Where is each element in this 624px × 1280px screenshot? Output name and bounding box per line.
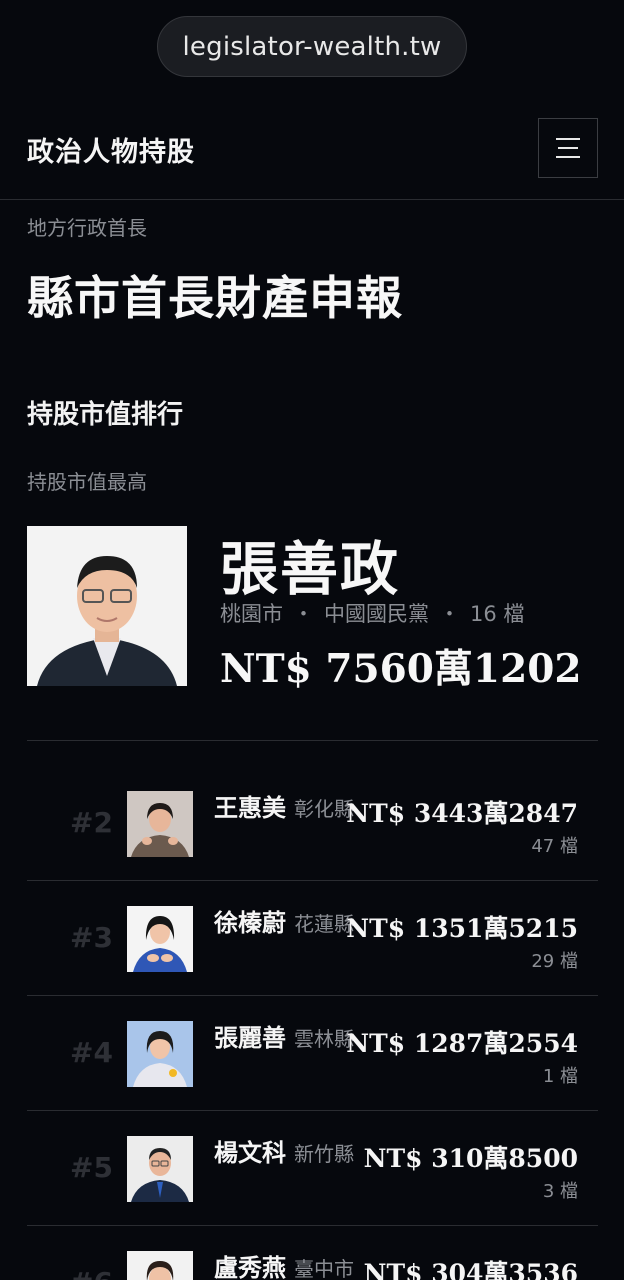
rank-number: #2 [70, 806, 113, 839]
file-count: 47 檔 [531, 836, 578, 857]
holding-value: NT$ 310萬8500 [363, 1144, 578, 1173]
mayor-name[interactable]: 盧秀燕 [214, 1254, 286, 1280]
list-item[interactable]: #3 徐榛蔚 花蓮縣 NT$ 1351萬5215 29 檔 [27, 881, 598, 996]
top-city: 桃園市 [220, 602, 283, 626]
row-name: 盧秀燕 臺中市 [214, 1248, 364, 1280]
separator: ・ [439, 602, 460, 626]
mayor-name[interactable]: 徐榛蔚 [214, 909, 286, 937]
divider [27, 740, 598, 741]
rank-number: #3 [70, 921, 113, 954]
top-value: NT$ 7560萬1202 [220, 646, 582, 692]
top-files: 16 檔 [470, 602, 525, 626]
mayor-city: 花蓮縣 [294, 912, 354, 936]
top-avatar[interactable] [27, 526, 187, 686]
top-meta: 桃園市・中國國民黨・ 16 檔 [220, 598, 524, 628]
list-item[interactable]: #2 王惠美 彰化縣 NT$ 3443萬2847 47 檔 [27, 766, 598, 881]
mayor-city: 臺中市 [294, 1257, 354, 1280]
portrait-icon [127, 791, 193, 857]
list-item[interactable]: #5 楊文科 新竹縣 NT$ 310萬8500 3 檔 [27, 1111, 598, 1226]
mayor-city: 雲林縣 [294, 1027, 354, 1051]
menu-icon [556, 138, 580, 140]
portrait-icon [127, 906, 193, 972]
rank-number: #4 [70, 1036, 113, 1069]
avatar [127, 1251, 193, 1280]
avatar [127, 1021, 193, 1087]
url-text: legislator-wealth.tw [182, 31, 442, 62]
rank-list: #2 王惠美 彰化縣 NT$ 3443萬2847 47 檔 #3 徐榛蔚 花蓮縣… [27, 766, 598, 1280]
section-subtitle: 持股市值最高 [27, 470, 147, 494]
rank-number: #6 [70, 1266, 113, 1280]
portrait-icon [127, 1251, 193, 1280]
mayor-name[interactable]: 楊文科 [214, 1139, 286, 1167]
portrait-icon [127, 1136, 193, 1202]
list-item[interactable]: #6 盧秀燕臺中市 NT$ 304萬3536 [27, 1226, 598, 1280]
top-name[interactable]: 張善政 [220, 522, 400, 606]
site-header: 政治人物持股 [0, 98, 624, 200]
site-brand[interactable]: 政治人物持股 [27, 130, 195, 169]
portrait-icon [127, 1021, 193, 1087]
separator: ・ [293, 602, 314, 626]
mayor-name[interactable]: 王惠美 [214, 794, 286, 822]
avatar [127, 1136, 193, 1202]
holding-value: NT$ 1351萬5215 [346, 914, 578, 943]
holding-value: NT$ 1287萬2554 [346, 1029, 578, 1058]
row-name: 張麗善 雲林縣 [214, 1018, 364, 1061]
rank-number: #5 [70, 1151, 113, 1184]
row-name: 楊文科 新竹縣 [214, 1133, 364, 1176]
file-count: 29 檔 [531, 951, 578, 972]
holding-value: NT$ 3443萬2847 [346, 799, 578, 828]
avatar [127, 791, 193, 857]
page-title: 縣市首長財產申報 [27, 271, 403, 325]
url-bar[interactable]: legislator-wealth.tw [157, 16, 467, 77]
portrait-icon [27, 526, 187, 686]
file-count: 3 檔 [542, 1181, 578, 1202]
section-title: 持股市值排行 [27, 400, 184, 430]
mayor-name[interactable]: 張麗善 [214, 1024, 286, 1052]
row-name: 徐榛蔚 花蓮縣 [214, 903, 364, 946]
menu-button[interactable] [538, 118, 598, 178]
list-item[interactable]: #4 張麗善 雲林縣 NT$ 1287萬2554 1 檔 [27, 996, 598, 1111]
row-name: 王惠美 彰化縣 [214, 788, 364, 831]
holding-value: NT$ 304萬3536 [363, 1259, 578, 1280]
file-count: 1 檔 [542, 1066, 578, 1087]
mayor-city: 彰化縣 [294, 797, 354, 821]
page-eyebrow: 地方行政首長 [27, 216, 147, 240]
mayor-city: 新竹縣 [294, 1142, 354, 1166]
top-party: 中國國民黨 [324, 602, 429, 626]
avatar [127, 906, 193, 972]
